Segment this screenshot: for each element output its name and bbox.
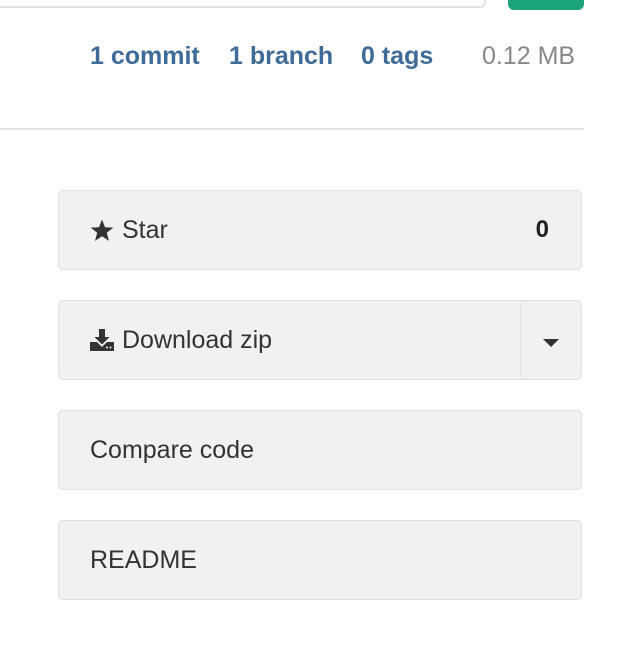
divider bbox=[0, 128, 584, 130]
tags-link[interactable]: 0 tags bbox=[361, 42, 433, 71]
repo-sidebar: 1 commit 1 branch 0 tags 0.12 MB Star 0 bbox=[0, 0, 634, 648]
compare-label: Compare code bbox=[90, 435, 254, 464]
commits-link[interactable]: 1 commit bbox=[90, 42, 200, 71]
star-button[interactable]: Star 0 bbox=[58, 190, 582, 270]
clone-url-input[interactable] bbox=[0, 0, 486, 8]
caret-down-icon bbox=[543, 326, 559, 355]
star-icon bbox=[90, 219, 114, 242]
copy-url-button[interactable] bbox=[508, 0, 584, 10]
star-count: 0 bbox=[535, 216, 549, 243]
download-menu-toggle[interactable] bbox=[520, 301, 581, 379]
repo-size: 0.12 MB bbox=[482, 42, 576, 70]
readme-button[interactable]: README bbox=[58, 520, 582, 600]
download-icon bbox=[90, 329, 114, 351]
compare-code-button[interactable]: Compare code bbox=[58, 410, 582, 490]
branches-link[interactable]: 1 branch bbox=[229, 42, 333, 71]
download-label: Download zip bbox=[122, 325, 273, 354]
star-label: Star bbox=[122, 215, 168, 244]
readme-label: README bbox=[90, 545, 197, 574]
repo-stats: 1 commit 1 branch 0 tags 0.12 MB bbox=[0, 42, 634, 76]
download-zip-button[interactable]: Download zip bbox=[58, 300, 582, 380]
